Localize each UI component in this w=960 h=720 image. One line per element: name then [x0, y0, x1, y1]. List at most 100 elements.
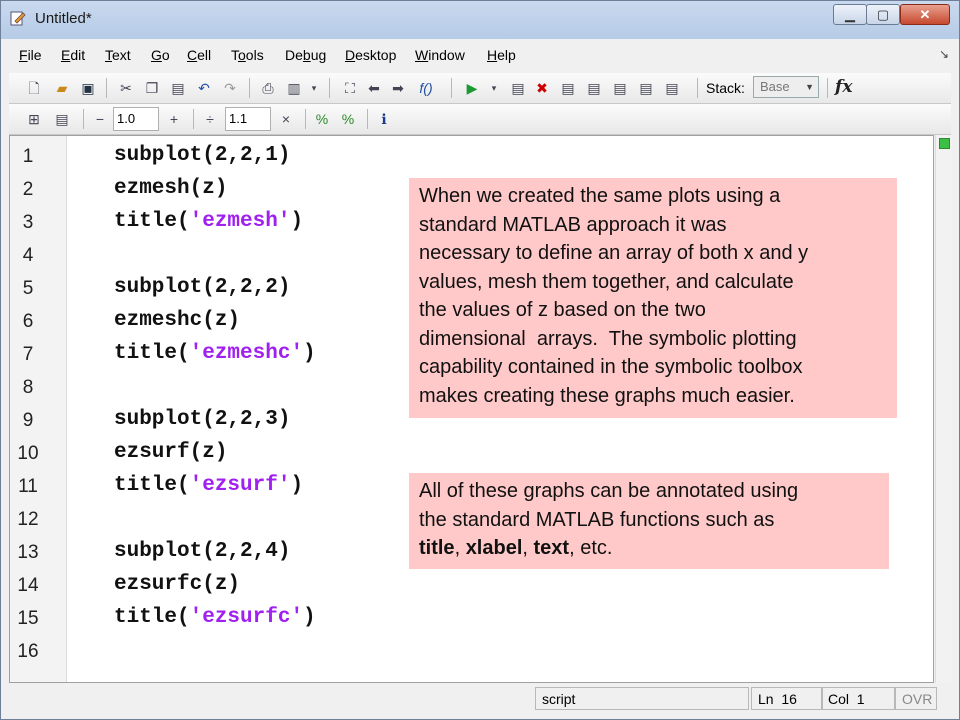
menu-tools[interactable]: Tools — [231, 47, 264, 63]
line-number: 7 — [22, 344, 34, 365]
code-line[interactable]: subplot(2,2,2) — [114, 276, 290, 299]
annotation-line: the standard MATLAB functions such as — [419, 508, 775, 531]
clear-breakpoints-icon[interactable]: ✖ — [533, 79, 551, 97]
annotation-callout-symbolic: When we created the same plots using a s… — [409, 178, 897, 418]
function-text: text — [533, 537, 570, 559]
code-line[interactable]: ezmesh(z) — [114, 177, 227, 200]
line-number: 16 — [17, 641, 39, 662]
cut-icon[interactable]: ✂ — [117, 79, 135, 97]
save-icon[interactable]: ▣ — [79, 79, 97, 97]
function-browser-icon[interactable]: f() — [417, 79, 435, 97]
code-line[interactable]: subplot(2,2,1) — [114, 144, 290, 167]
code-line[interactable]: title('ezmesh') — [114, 210, 303, 233]
string-literal: 'ezmeshc' — [189, 342, 304, 365]
copy-icon[interactable]: ❐ — [143, 79, 161, 97]
paste-icon[interactable]: ▤ — [169, 79, 187, 97]
close-button[interactable]: ✕ — [900, 4, 950, 25]
publish-icon[interactable]: ▥ — [285, 79, 303, 97]
back-arrow-icon[interactable]: ⬅ — [365, 79, 383, 97]
editor-document-icon — [10, 11, 26, 26]
annotation-callout-functions: All of these graphs can be annotated usi… — [409, 473, 889, 569]
annotation-line: values, mesh them together, and calculat… — [419, 270, 794, 293]
toolbar-separator — [305, 109, 306, 129]
divide-button[interactable]: ÷ — [201, 110, 219, 128]
vertical-scrollbar[interactable] — [935, 135, 952, 683]
step-out-icon[interactable]: ▤ — [611, 79, 629, 97]
maximize-button[interactable]: ▢ — [866, 4, 900, 25]
decrement-value-input[interactable]: 1.0 — [113, 107, 159, 131]
stack-value: Base — [760, 79, 790, 94]
code-line[interactable]: ezsurf(z) — [114, 441, 227, 464]
menu-cell[interactable]: Cell — [187, 47, 211, 63]
undo-icon[interactable]: ↶ — [195, 79, 213, 97]
toolbar-separator — [367, 109, 368, 129]
code-line[interactable]: title('ezsurfc') — [114, 606, 316, 629]
line-status: Ln 16 — [751, 687, 823, 710]
code-line[interactable]: ezmeshc(z) — [114, 309, 240, 332]
status-bar: script Ln 16 Col 1 OVR — [9, 685, 951, 713]
run-icon[interactable]: ▶ — [463, 79, 481, 97]
toolbar-separator — [193, 109, 194, 129]
uncomment-percent-icon[interactable]: % — [339, 110, 357, 128]
fx-icon[interactable]: fx — [835, 77, 852, 97]
file-type-status: script — [535, 687, 749, 710]
annotation-line: the values of z based on the two — [419, 299, 706, 321]
toolbar-separator — [83, 109, 84, 129]
scale-value-input[interactable]: 1.1 — [225, 107, 271, 131]
step-icon[interactable]: ▤ — [559, 79, 577, 97]
undock-arrow-icon[interactable]: ↘ — [939, 47, 949, 61]
multiply-button[interactable]: × — [277, 110, 295, 128]
line-number: 3 — [22, 212, 34, 233]
menu-go[interactable]: Go — [151, 47, 170, 63]
find-binoculars-icon[interactable]: ⛶ — [341, 79, 359, 97]
code-line[interactable]: title('ezmeshc') — [114, 342, 316, 365]
line-number: 9 — [22, 410, 34, 431]
publish-dropdown-icon[interactable]: ▾ — [305, 79, 323, 97]
print-icon[interactable]: ⎙ — [259, 79, 277, 97]
menu-help[interactable]: Help — [487, 47, 516, 63]
toolbar-separator — [827, 78, 828, 98]
evaluate-cell-icon[interactable]: ▤ — [53, 110, 71, 128]
code-line[interactable]: subplot(2,2,3) — [114, 408, 290, 431]
string-literal: 'ezsurfc' — [189, 606, 304, 629]
line-number: 11 — [18, 476, 38, 497]
code-analyzer-status-icon[interactable] — [939, 138, 950, 149]
toolbar-separator — [451, 78, 452, 98]
line-number: 5 — [22, 278, 34, 299]
decrement-button[interactable]: − — [91, 110, 109, 128]
editor-window: Untitled* ▁ ▢ ✕ File Edit Text Go Cell T… — [0, 0, 960, 720]
menu-desktop[interactable]: Desktop — [345, 47, 396, 63]
stack-select[interactable]: Base ▼ — [753, 76, 819, 98]
line-number: 14 — [17, 575, 39, 596]
exit-debug-icon[interactable]: ▤ — [663, 79, 681, 97]
menu-debug[interactable]: Debug — [285, 47, 326, 63]
line-number: 8 — [22, 377, 34, 398]
title-bar[interactable]: Untitled* ▁ ▢ ✕ — [1, 1, 959, 39]
line-number: 10 — [17, 443, 39, 464]
step-in-icon[interactable]: ▤ — [585, 79, 603, 97]
new-file-icon[interactable]: 🗋 — [25, 79, 43, 97]
code-line[interactable]: subplot(2,2,4) — [114, 540, 290, 563]
menu-text[interactable]: Text — [105, 47, 131, 63]
info-icon[interactable]: ℹ — [375, 110, 393, 128]
code-line[interactable]: ezsurfc(z) — [114, 573, 240, 596]
set-breakpoint-icon[interactable]: ▤ — [509, 79, 527, 97]
run-dropdown-icon[interactable]: ▾ — [485, 79, 503, 97]
redo-icon[interactable]: ↷ — [221, 79, 239, 97]
line-number: 6 — [22, 311, 34, 332]
menu-window[interactable]: Window — [415, 47, 465, 63]
toolbar-separator — [697, 78, 698, 98]
continue-icon[interactable]: ▤ — [637, 79, 655, 97]
minimize-button[interactable]: ▁ — [833, 4, 867, 25]
menu-file[interactable]: File — [19, 47, 42, 63]
chevron-down-icon: ▼ — [805, 82, 814, 92]
comment-percent-icon[interactable]: % — [313, 110, 331, 128]
insert-cell-break-icon[interactable]: ⊞ — [25, 110, 43, 128]
close-icon: ✕ — [919, 7, 931, 22]
window-title: Untitled* — [35, 10, 92, 27]
increment-button[interactable]: + — [165, 110, 183, 128]
code-line[interactable]: title('ezsurf') — [114, 474, 303, 497]
menu-edit[interactable]: Edit — [61, 47, 85, 63]
forward-arrow-icon[interactable]: ➡ — [389, 79, 407, 97]
open-folder-icon[interactable]: ▰ — [53, 79, 71, 97]
